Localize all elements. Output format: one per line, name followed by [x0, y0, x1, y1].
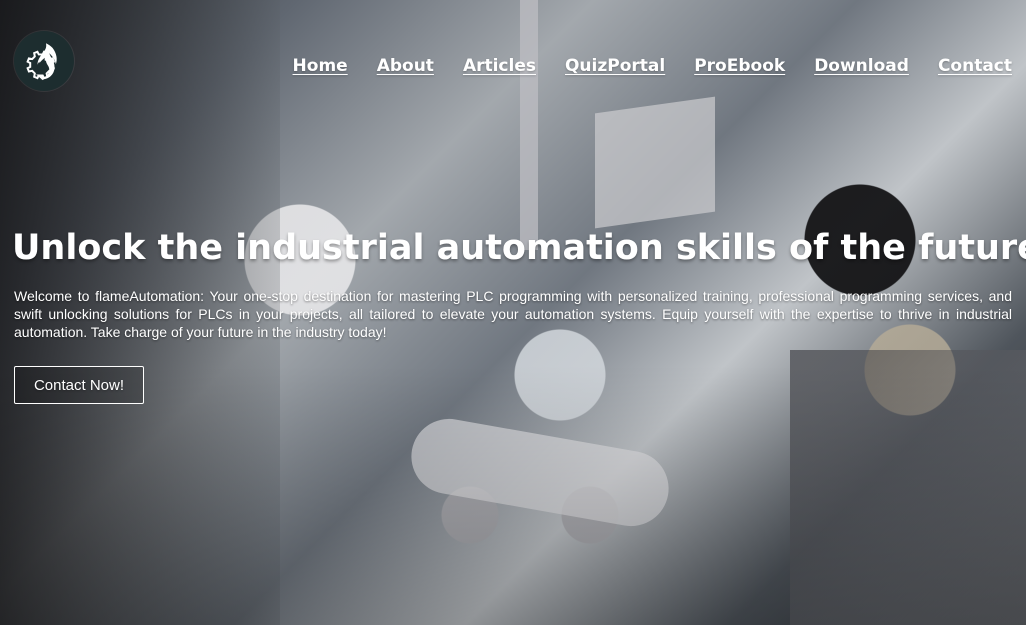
hero-page: Home About Articles QuizPortal ProEbook …: [0, 0, 1026, 625]
nav-contact-link[interactable]: Contact: [938, 56, 1012, 76]
nav-home-link[interactable]: Home: [293, 56, 348, 76]
nav-articles-link[interactable]: Articles: [463, 56, 536, 76]
nav-about-link[interactable]: About: [377, 56, 434, 76]
flame-gear-icon: [26, 43, 57, 81]
contact-now-button[interactable]: Contact Now!: [14, 366, 144, 404]
background-machine-slot: [405, 412, 675, 533]
background-machine-right: [790, 350, 1026, 625]
hero-title: Unlock the industrial automation skills …: [12, 228, 1026, 268]
nav-download-link[interactable]: Download: [814, 56, 909, 76]
background-machine-shadow: [0, 365, 1026, 625]
site-logo[interactable]: [14, 31, 74, 91]
background-machine-column: [520, 0, 538, 250]
background-machine-block: [595, 96, 715, 229]
nav-proebook-link[interactable]: ProEbook: [694, 56, 785, 76]
hero-description: Welcome to flameAutomation: Your one-sto…: [14, 288, 1012, 340]
nav-quizportal-link[interactable]: QuizPortal: [565, 56, 665, 76]
main-navigation: Home About Articles QuizPortal ProEbook …: [293, 56, 1012, 76]
